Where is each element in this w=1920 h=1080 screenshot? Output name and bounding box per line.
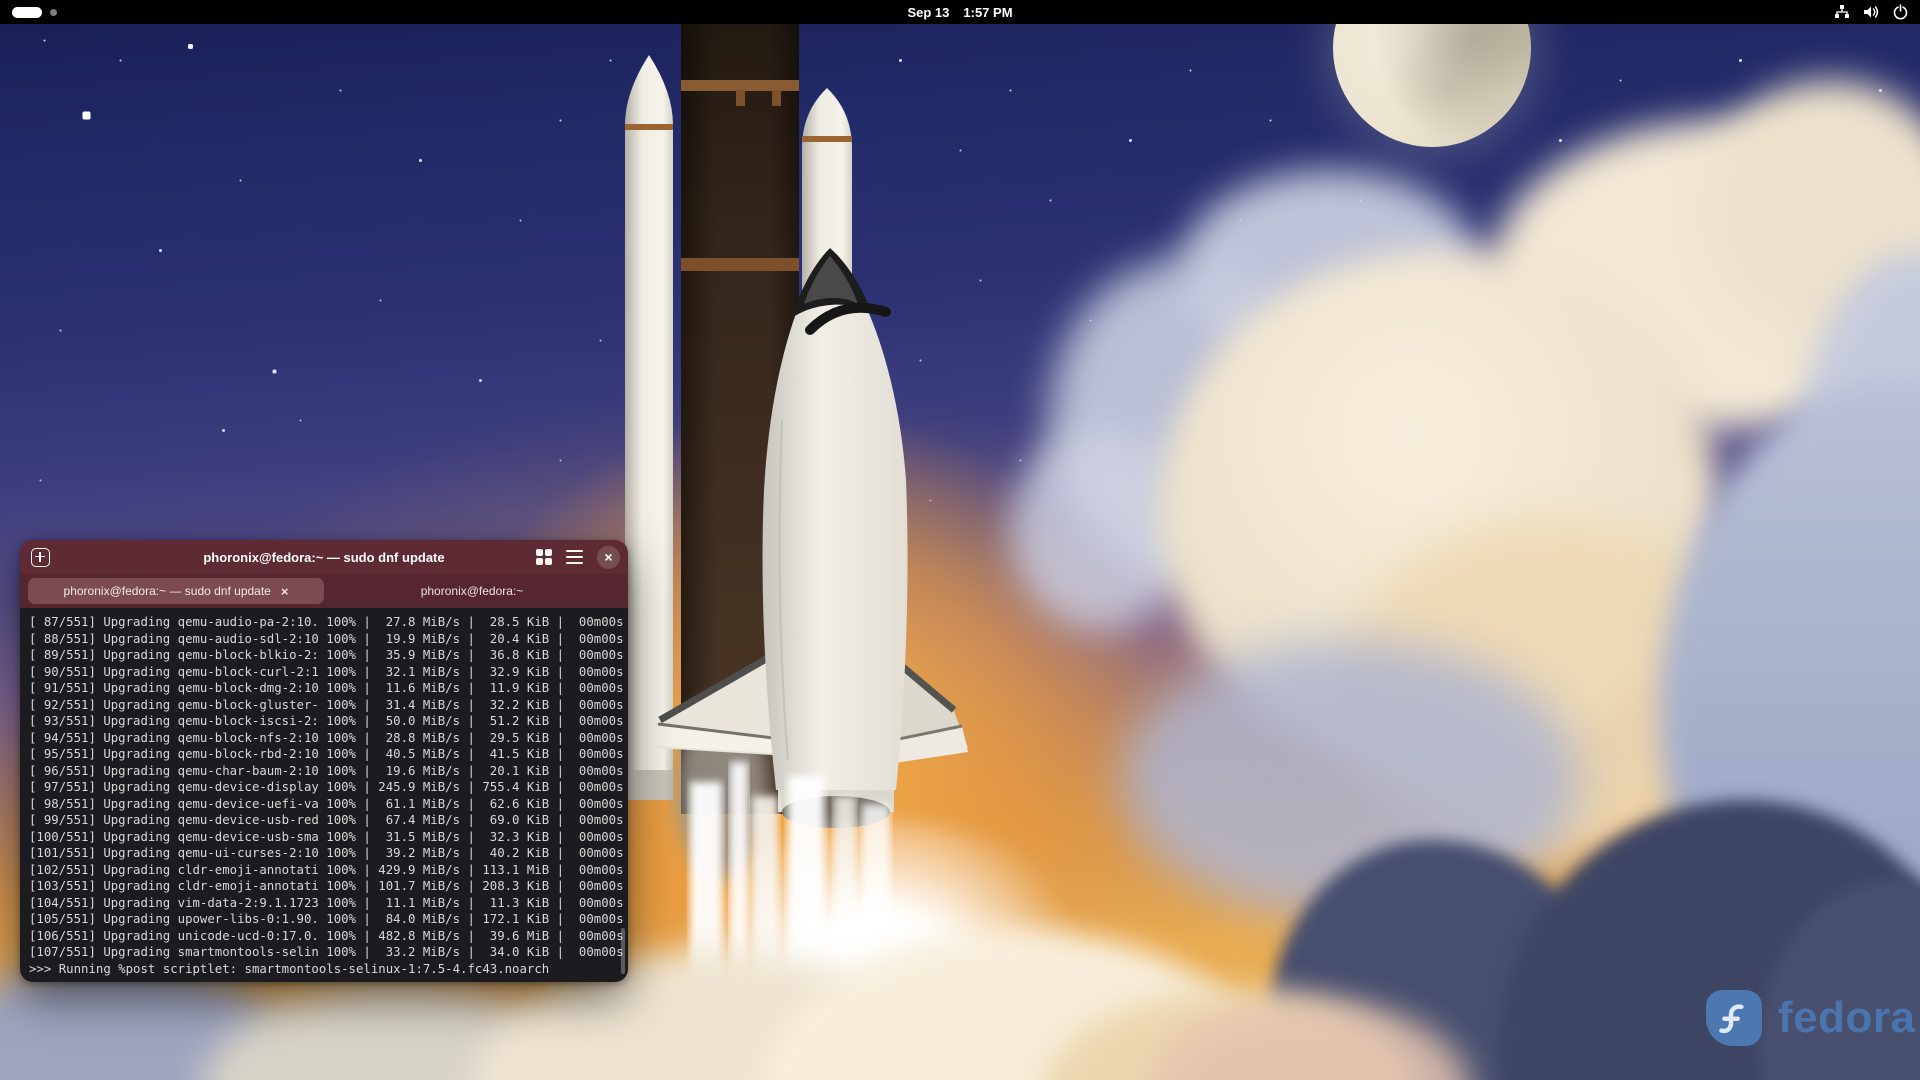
terminal-line: [100/551] Upgrading qemu-device-usb-sma … — [29, 829, 628, 846]
tab-sudo-dnf-update[interactable]: phoronix@fedora:~ — sudo dnf update × — [28, 578, 324, 604]
tab-bar: phoronix@fedora:~ — sudo dnf update × ph… — [20, 574, 628, 608]
tab-home-shell[interactable]: phoronix@fedora:~ — [324, 578, 620, 604]
terminal-line: [ 96/551] Upgrading qemu-char-baum-2:10 … — [29, 763, 628, 780]
terminal-line: [ 97/551] Upgrading qemu-device-display … — [29, 779, 628, 796]
fedora-logo-icon — [1706, 990, 1762, 1046]
terminal-line: [ 95/551] Upgrading qemu-block-rbd-2:10 … — [29, 746, 628, 763]
fedora-branding: fedora — [1706, 990, 1915, 1046]
hamburger-icon — [566, 556, 583, 558]
tab-overview-button[interactable] — [536, 549, 552, 565]
terminal-line: [ 92/551] Upgrading qemu-block-gluster- … — [29, 697, 628, 714]
terminal-lines: [ 87/551] Upgrading qemu-audio-pa-2:10. … — [29, 614, 628, 977]
terminal-output[interactable]: [ 87/551] Upgrading qemu-audio-pa-2:10. … — [20, 608, 628, 982]
grid-icon — [545, 549, 552, 556]
network-wired-icon — [1834, 4, 1850, 20]
terminal-line: [ 91/551] Upgrading qemu-block-dmg-2:10 … — [29, 680, 628, 697]
terminal-line: [ 98/551] Upgrading qemu-device-uefi-va … — [29, 796, 628, 813]
clock[interactable]: Sep 13 1:57 PM — [0, 0, 1920, 24]
time-label: 1:57 PM — [963, 5, 1012, 20]
grid-icon — [545, 558, 552, 565]
menu-button[interactable] — [566, 550, 583, 564]
terminal-line: [101/551] Upgrading qemu-ui-curses-2:10 … — [29, 845, 628, 862]
terminal-window: phoronix@fedora:~ — sudo dnf update × ph… — [20, 540, 628, 982]
tab-label: phoronix@fedora:~ — sudo dnf update — [64, 584, 271, 598]
terminal-titlebar[interactable]: phoronix@fedora:~ — sudo dnf update × — [20, 540, 628, 574]
tab-close-icon[interactable]: × — [281, 584, 289, 599]
close-button[interactable]: × — [597, 546, 620, 569]
terminal-line: [102/551] Upgrading cldr-emoji-annotati … — [29, 862, 628, 879]
terminal-line: [ 90/551] Upgrading qemu-block-curl-2:1 … — [29, 664, 628, 681]
desktop: fedora phoronix@fedora:~ — sudo dnf upda… — [0, 0, 1920, 1080]
terminal-line: [107/551] Upgrading smartmontools-selin … — [29, 944, 628, 961]
terminal-line: >>> Running %post scriptlet: smartmontoo… — [29, 961, 628, 978]
terminal-line: [ 94/551] Upgrading qemu-block-nfs-2:10 … — [29, 730, 628, 747]
date-label: Sep 13 — [907, 5, 949, 20]
terminal-line: [ 89/551] Upgrading qemu-block-blkio-2: … — [29, 647, 628, 664]
grid-icon — [536, 549, 543, 556]
scrollbar-thumb[interactable] — [621, 928, 625, 974]
terminal-line: [ 87/551] Upgrading qemu-audio-pa-2:10. … — [29, 614, 628, 631]
terminal-line: [ 99/551] Upgrading qemu-device-usb-red … — [29, 812, 628, 829]
plus-icon — [31, 548, 50, 567]
volume-icon — [1863, 4, 1880, 20]
hamburger-icon — [566, 550, 583, 552]
terminal-line: [103/551] Upgrading cldr-emoji-annotati … — [29, 878, 628, 895]
tab-label: phoronix@fedora:~ — [421, 584, 524, 598]
terminal-line: [106/551] Upgrading unicode-ucd-0:17.0. … — [29, 928, 628, 945]
power-icon — [1893, 4, 1908, 20]
terminal-line: [105/551] Upgrading upower-libs-0:1.90. … — [29, 911, 628, 928]
top-bar: Sep 13 1:57 PM — [0, 0, 1920, 24]
terminal-line: [ 93/551] Upgrading qemu-block-iscsi-2: … — [29, 713, 628, 730]
hamburger-icon — [566, 562, 583, 564]
terminal-line: [ 88/551] Upgrading qemu-audio-sdl-2:10 … — [29, 631, 628, 648]
grid-icon — [536, 558, 543, 565]
terminal-line: [104/551] Upgrading vim-data-2:9.1.1723 … — [29, 895, 628, 912]
titlebar-controls: × — [536, 540, 620, 574]
new-tab-button[interactable] — [29, 546, 51, 568]
system-tray[interactable] — [1834, 0, 1908, 24]
fedora-wordmark: fedora — [1778, 993, 1915, 1043]
